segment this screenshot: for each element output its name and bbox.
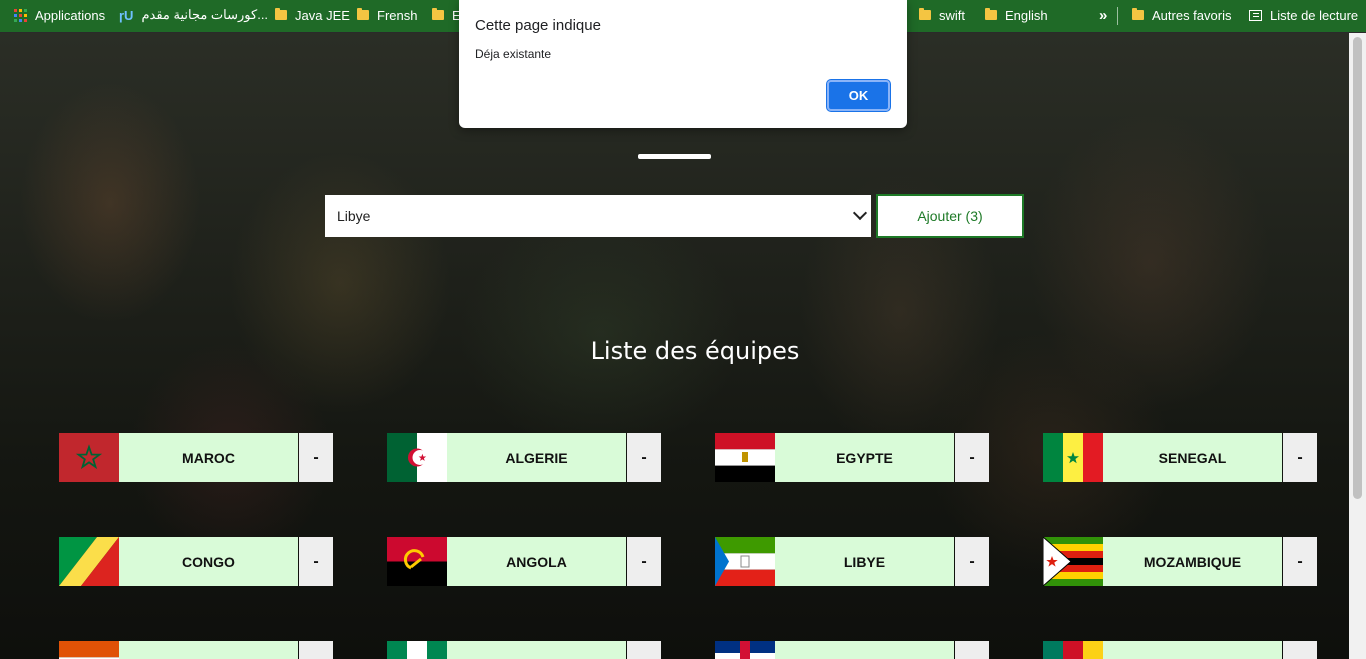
team-card: -	[715, 641, 989, 659]
bookmark-java-jee[interactable]: Java JEE	[275, 0, 350, 30]
bookmark-swift[interactable]: swift	[919, 0, 965, 30]
angola-flag-icon	[387, 537, 447, 586]
team-select-value: Libye	[337, 208, 371, 224]
senegal-flag-icon	[1043, 433, 1103, 482]
bookmark-frensh[interactable]: Frensh	[357, 0, 417, 30]
bookmark-label: Frensh	[377, 7, 418, 23]
dialog-message: Déja existante	[475, 47, 552, 61]
algeria-flag-icon	[387, 433, 447, 482]
scrollbar-thumb[interactable]	[1353, 37, 1362, 499]
team-card: MOZAMBIQUE -	[1043, 537, 1317, 587]
niger-flag-icon	[59, 641, 119, 659]
bookmark-label: كورسات مجانية مقدم...	[141, 7, 269, 22]
team-card: MAROC -	[59, 433, 333, 483]
bookmark-label: English	[1005, 7, 1048, 23]
rwaq-icon: ɼU	[119, 7, 134, 23]
bookmark-english[interactable]: English	[985, 0, 1048, 30]
team-name	[1103, 641, 1282, 659]
remove-team-button[interactable]: -	[627, 537, 661, 586]
equatorial-guinea-flag-icon	[715, 537, 775, 586]
chevron-down-icon	[852, 205, 868, 221]
folder-icon	[985, 8, 997, 20]
remove-team-button[interactable]: -	[1283, 537, 1317, 586]
team-card: -	[59, 641, 333, 659]
bookmark-reading-list[interactable]: Liste de lecture	[1249, 0, 1358, 30]
team-card: CONGO -	[59, 537, 333, 587]
congo-flag-icon	[59, 537, 119, 586]
team-name: ALGERIE	[447, 433, 626, 482]
bookmark-label: Liste de lecture	[1270, 7, 1359, 23]
cameroon-flag-icon	[1043, 641, 1103, 659]
team-card: LIBYE -	[715, 537, 989, 587]
bookmark-other-favorites[interactable]: Autres favoris	[1132, 0, 1231, 30]
team-name: MOZAMBIQUE	[1103, 537, 1282, 586]
team-card: SENEGAL -	[1043, 433, 1317, 483]
bookmark-label: Java JEE	[295, 7, 350, 23]
bookmark-label: swift	[939, 7, 965, 23]
team-name: MAROC	[119, 433, 298, 482]
morocco-flag-icon	[59, 433, 119, 482]
central-african-republic-flag-icon	[715, 641, 775, 659]
bookmark-e[interactable]: E	[432, 0, 461, 30]
egypt-flag-icon	[715, 433, 775, 482]
vertical-scrollbar[interactable]	[1349, 33, 1366, 659]
bookmark-label: Applications	[35, 7, 106, 23]
add-team-button[interactable]: Ajouter (3)	[876, 194, 1024, 238]
bookmark-rwaq[interactable]: ɼU كورسات مجانية مقدم...	[119, 0, 268, 30]
team-select[interactable]: Libye	[325, 195, 871, 237]
remove-team-button[interactable]: -	[955, 433, 989, 482]
nigeria-flag-icon	[387, 641, 447, 659]
team-name: SENEGAL	[1103, 433, 1282, 482]
divider	[1117, 7, 1118, 25]
remove-team-button[interactable]: -	[627, 641, 661, 659]
zimbabwe-flag-icon	[1043, 537, 1103, 586]
team-card: ANGOLA -	[387, 537, 661, 587]
remove-team-button[interactable]: -	[299, 641, 333, 659]
bookmarks-overflow-button[interactable]: »	[1099, 0, 1107, 30]
remove-team-button[interactable]: -	[955, 537, 989, 586]
team-card: ALGERIE -	[387, 433, 661, 483]
team-name: ANGOLA	[447, 537, 626, 586]
remove-team-button[interactable]: -	[1283, 433, 1317, 482]
remove-team-button[interactable]: -	[627, 433, 661, 482]
folder-icon	[919, 8, 931, 20]
title-underline	[638, 154, 711, 159]
folder-icon	[1132, 8, 1144, 20]
team-name: CONGO	[119, 537, 298, 586]
folder-icon	[275, 8, 287, 20]
remove-team-button[interactable]: -	[299, 433, 333, 482]
remove-team-button[interactable]: -	[299, 537, 333, 586]
remove-team-button[interactable]: -	[1283, 641, 1317, 659]
team-name: EGYPTE	[775, 433, 954, 482]
teams-list-title: Liste des équipes	[590, 337, 800, 365]
team-card: -	[387, 641, 661, 659]
alert-dialog: Cette page indique Déja existante OK	[459, 0, 907, 128]
team-card: EGYPTE -	[715, 433, 989, 483]
team-name: LIBYE	[775, 537, 954, 586]
folder-icon	[357, 8, 369, 20]
team-name	[775, 641, 954, 659]
team-name	[119, 641, 298, 659]
bookmark-applications[interactable]: Applications	[14, 0, 105, 30]
ok-button[interactable]: OK	[827, 80, 890, 111]
team-name	[447, 641, 626, 659]
team-card: -	[1043, 641, 1317, 659]
dialog-title: Cette page indique	[475, 17, 601, 34]
remove-team-button[interactable]: -	[955, 641, 989, 659]
bookmark-label: Autres favoris	[1152, 7, 1232, 23]
folder-icon	[432, 8, 444, 20]
reading-list-icon	[1249, 9, 1262, 21]
apps-grid-icon	[14, 8, 27, 22]
